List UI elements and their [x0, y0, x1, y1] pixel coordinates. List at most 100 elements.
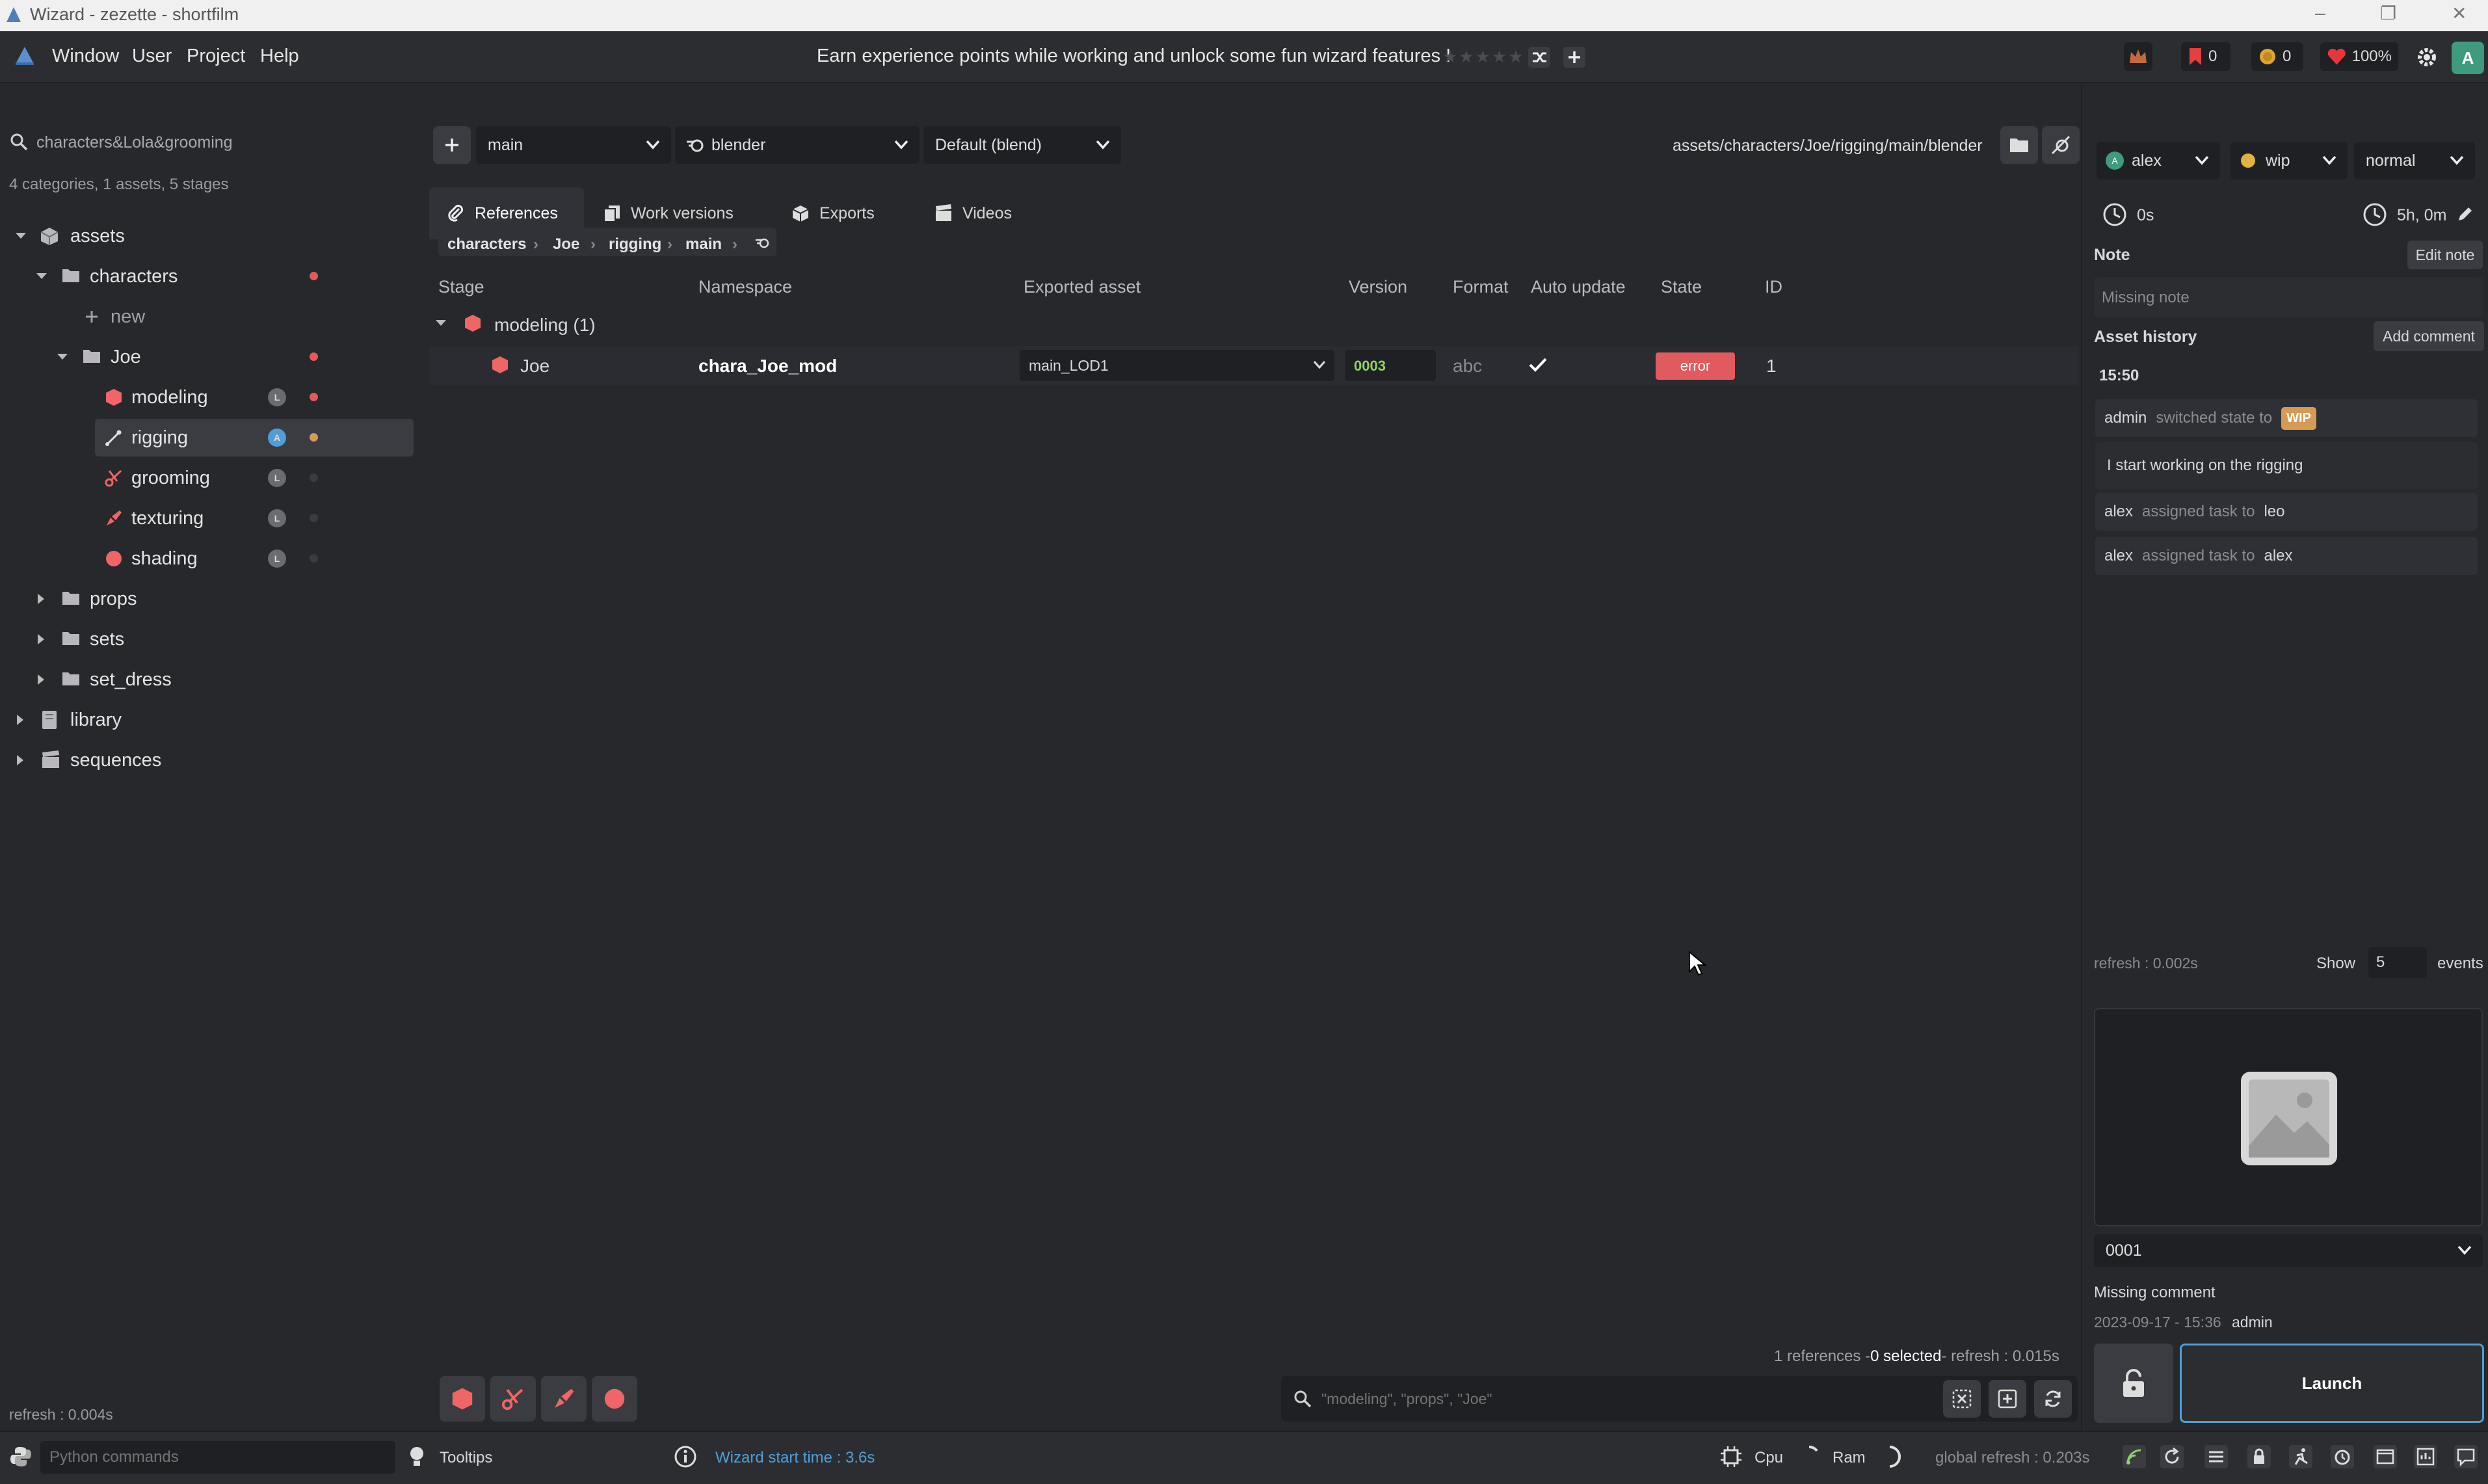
stage-texturing-button[interactable] [541, 1376, 587, 1422]
menu-project[interactable]: Project [187, 46, 245, 67]
column-version[interactable]: Version [1349, 277, 1407, 297]
settings-gear-icon[interactable] [2415, 46, 2439, 69]
chevron-right-icon[interactable] [36, 592, 46, 605]
lock-status-icon[interactable] [2247, 1445, 2271, 1468]
tooltips-label[interactable]: Tooltips [440, 1449, 492, 1467]
tree-item-modeling[interactable]: modeling L [0, 378, 423, 416]
state-select[interactable]: wip [2230, 142, 2348, 179]
coins-counter[interactable]: 0 [2251, 42, 2303, 71]
tree-item-set-dress[interactable]: set_dress [0, 661, 423, 698]
edit-pencil-icon[interactable] [2455, 204, 2475, 224]
dashboard-icon[interactable] [2414, 1445, 2437, 1468]
lightbulb-icon[interactable] [407, 1445, 427, 1468]
folder-icon [62, 592, 79, 605]
assignee-avatar: L [268, 388, 286, 406]
blender-icon[interactable] [754, 237, 770, 250]
stage-grooming-button[interactable] [490, 1376, 536, 1422]
paint-brush-icon [107, 510, 122, 525]
software-select[interactable]: blender [675, 126, 920, 164]
tree-item-texturing[interactable]: texturing L [0, 499, 423, 537]
column-auto-update[interactable]: Auto update [1531, 277, 1626, 297]
tree-item-sequences[interactable]: sequences [0, 741, 423, 779]
column-state[interactable]: State [1661, 277, 1702, 297]
breadcrumb-characters[interactable]: characters [447, 235, 526, 254]
tab-videos[interactable]: Videos [917, 187, 1042, 239]
user-avatar[interactable]: A [2452, 42, 2484, 74]
priority-select[interactable]: normal [2354, 142, 2475, 179]
version-cell[interactable]: 0003 [1345, 350, 1436, 381]
column-namespace[interactable]: Namespace [698, 277, 792, 297]
running-icon[interactable] [2289, 1445, 2312, 1468]
tab-exports[interactable]: Exports [774, 187, 904, 239]
remove-selection-button[interactable] [1943, 1380, 1981, 1418]
reload-icon[interactable] [2160, 1445, 2184, 1468]
chevron-right-icon[interactable] [16, 713, 25, 726]
exported-asset-select[interactable]: main_LOD1 [1020, 350, 1334, 381]
chevron-right-icon[interactable] [16, 754, 25, 767]
extension-select[interactable]: Default (blend) [923, 126, 1121, 164]
column-exported-asset[interactable]: Exported asset [1024, 277, 1141, 297]
chevron-right-icon[interactable] [36, 673, 46, 686]
tree-item-library[interactable]: library [0, 701, 423, 739]
menu-help[interactable]: Help [260, 46, 299, 67]
column-stage[interactable]: Stage [438, 277, 484, 297]
add-reference-button[interactable] [1989, 1380, 2026, 1418]
version-preview[interactable] [2094, 1008, 2483, 1226]
group-row-modeling[interactable]: modeling (1) [429, 307, 2078, 341]
version-select[interactable]: 0001 [2094, 1234, 2483, 1267]
tree-item-sets[interactable]: sets [0, 620, 423, 658]
tree-item-shading[interactable]: shading L [0, 540, 423, 577]
close-button[interactable]: ✕ [2452, 3, 2467, 24]
add-icon[interactable] [1563, 47, 1585, 68]
no-software-button[interactable] [2042, 126, 2080, 164]
tree-item-characters[interactable]: characters [0, 258, 423, 295]
add-comment-button[interactable]: Add comment [2374, 321, 2484, 351]
show-events-input[interactable] [2368, 947, 2427, 978]
menu-window[interactable]: Window [52, 46, 119, 67]
python-command-input[interactable] [40, 1441, 395, 1474]
timer-icon[interactable] [2331, 1445, 2354, 1468]
variant-select[interactable]: main [476, 126, 671, 164]
tree-item-new[interactable]: new [0, 298, 423, 336]
minimize-button[interactable]: – [2315, 3, 2325, 23]
chevron-down-icon[interactable] [56, 352, 69, 362]
achievement-badge[interactable] [2124, 42, 2152, 71]
add-variant-button[interactable] [433, 126, 471, 164]
stage-shading-button[interactable] [592, 1376, 637, 1422]
reference-search-input[interactable] [1321, 1384, 1972, 1414]
breadcrumb-rigging[interactable]: rigging [609, 235, 661, 254]
tree-item-rigging[interactable]: rigging A [95, 419, 414, 457]
tree-item-joe[interactable]: Joe [0, 338, 423, 376]
lock-button[interactable] [2094, 1344, 2173, 1423]
tree-item-assets[interactable]: assets [0, 217, 423, 255]
open-folder-button[interactable] [2000, 126, 2038, 164]
table-row[interactable]: Joe chara_Joe_mod main_LOD1 0003 abc err… [429, 346, 2078, 385]
column-format[interactable]: Format [1453, 277, 1509, 297]
tree-item-props[interactable]: props [0, 580, 423, 618]
chevron-down-icon[interactable] [14, 232, 27, 241]
life-counter[interactable]: 100% [2320, 42, 2398, 71]
column-id[interactable]: ID [1765, 277, 1782, 297]
connection-icon[interactable] [2123, 1445, 2146, 1468]
chevron-down-icon[interactable] [35, 272, 48, 281]
list-settings-icon[interactable] [2204, 1445, 2228, 1468]
chevron-down-icon[interactable] [434, 319, 447, 328]
maximize-button[interactable]: ❐ [2380, 3, 2396, 24]
refresh-references-button[interactable] [2034, 1380, 2072, 1418]
console-icon[interactable] [2374, 1445, 2397, 1468]
launch-button[interactable]: Launch [2180, 1344, 2484, 1423]
assignee-select[interactable]: A alex [2097, 142, 2220, 179]
asset-search-input[interactable] [36, 127, 420, 157]
flags-counter[interactable]: 0 [2181, 42, 2230, 71]
breadcrumb-joe[interactable]: Joe [553, 235, 579, 254]
assignee-value: alex [2132, 151, 2162, 170]
menu-user[interactable]: User [132, 46, 172, 67]
tree-item-grooming[interactable]: grooming L [0, 459, 423, 497]
edit-note-button[interactable]: Edit note [2407, 241, 2483, 269]
breadcrumb-main[interactable]: main [685, 235, 722, 254]
checkmark-icon[interactable] [1528, 356, 1548, 373]
chevron-right-icon[interactable] [36, 633, 46, 646]
chat-icon[interactable] [2454, 1445, 2478, 1468]
shuffle-icon[interactable] [1528, 47, 1550, 68]
stage-modeling-button[interactable] [440, 1376, 485, 1422]
